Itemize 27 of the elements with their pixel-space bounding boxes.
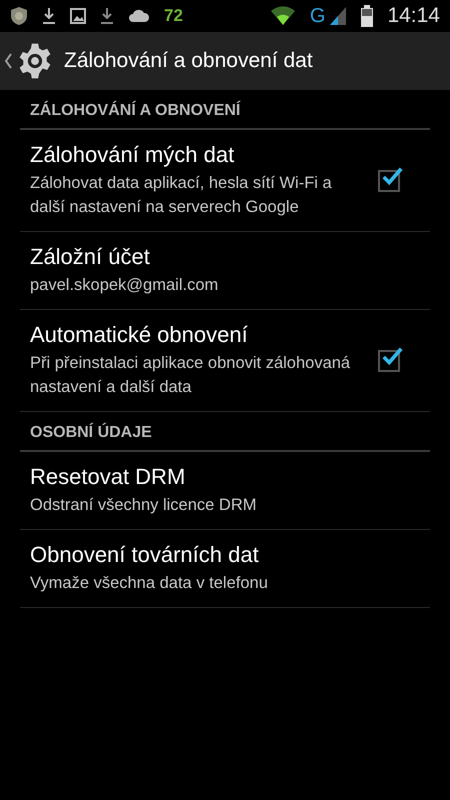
clock: 14:14 xyxy=(387,4,440,28)
setting-title[interactable]: Záložní účet xyxy=(30,244,420,270)
setting-summary: Vymaže všechna data v telefonu xyxy=(30,573,269,594)
back-icon xyxy=(4,53,12,69)
setting-title[interactable]: Obnovení továrních dat xyxy=(30,542,420,568)
setting-summary: Zálohovat data aplikací, hesla sítí Wi-Fi a další nastavení na serverech Google xyxy=(30,173,333,218)
section-header: OSOBNÍ ÚDAJE xyxy=(20,412,430,452)
screen-title: Zálohování a obnovení dat xyxy=(64,49,313,73)
battery-icon xyxy=(361,5,374,27)
section-header: ZÁLOHOVÁNÍ A OBNOVENÍ xyxy=(20,90,430,130)
wifi-icon xyxy=(270,6,296,26)
signal-icon xyxy=(329,6,348,26)
setting-title[interactable]: Automatické obnovení xyxy=(30,322,378,348)
setting-summary: pavel.skopek@gmail.com xyxy=(30,275,220,296)
setting-summary: Odstraní všechny licence DRM xyxy=(30,495,258,516)
image-icon xyxy=(70,8,86,24)
setting-summary: Při přeinstalaci aplikace obnovit zálohovaná nastavení a další data xyxy=(30,353,352,398)
checkbox[interactable] xyxy=(378,170,400,192)
setting-title[interactable]: Zálohování mých dat xyxy=(30,142,378,168)
download-icon xyxy=(100,7,114,25)
notification-count: 72 xyxy=(164,6,183,26)
download-icon xyxy=(42,7,56,25)
network-type: G xyxy=(310,4,326,28)
setting-title[interactable]: Resetovat DRM xyxy=(30,464,420,490)
cloud-icon xyxy=(128,9,150,23)
shield-icon xyxy=(10,6,28,26)
checkbox[interactable] xyxy=(378,350,400,372)
